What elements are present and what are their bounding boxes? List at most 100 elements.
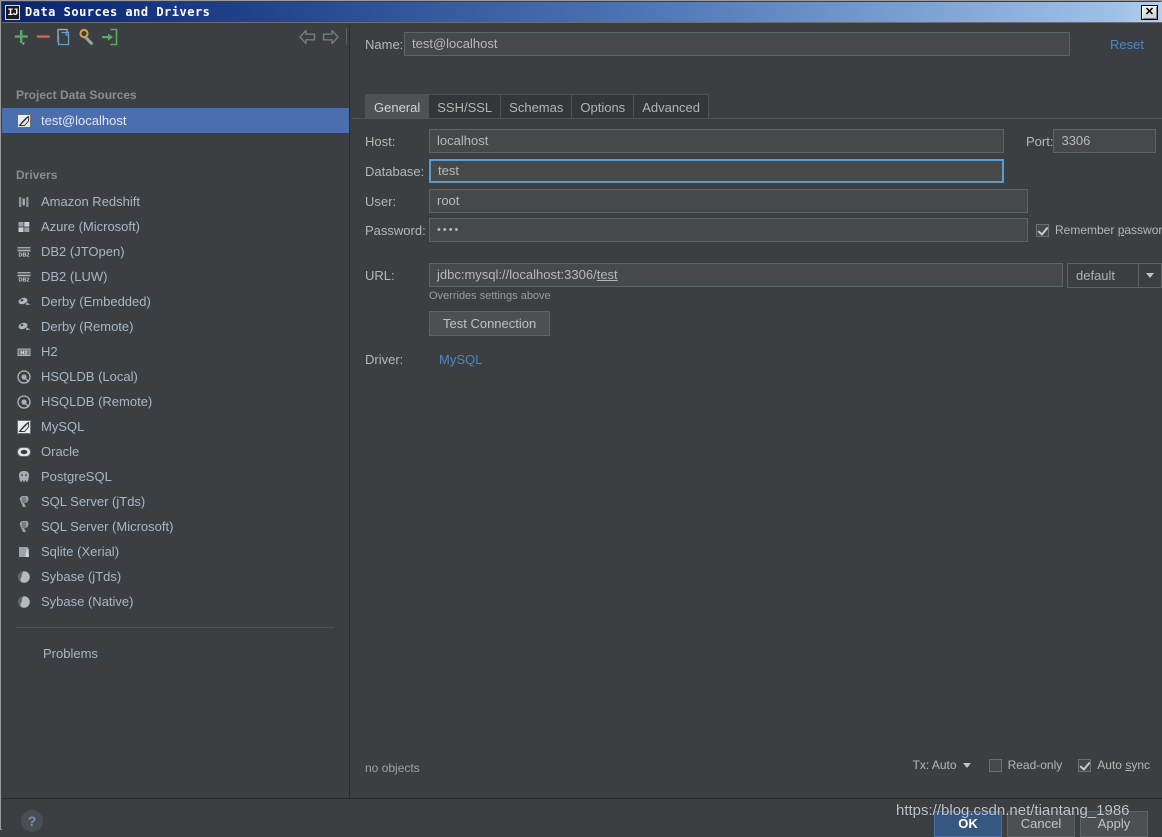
driver-label: SQL Server (jTds)	[41, 494, 146, 509]
driver-item-azure-microsoft[interactable]: Azure (Microsoft)	[2, 214, 349, 239]
driver-label: HSQLDB (Remote)	[41, 394, 153, 409]
driver-label: Oracle	[41, 444, 80, 459]
derby-icon	[16, 294, 32, 310]
problems-section-label[interactable]: Problems	[2, 643, 349, 665]
azure-icon	[16, 219, 32, 235]
database-label: Database:	[365, 163, 425, 179]
panel-divider	[16, 627, 334, 628]
tree-toolbar	[2, 23, 349, 50]
driver-item-hsqldb-local[interactable]: HSQLDB (Local)	[2, 364, 349, 389]
host-input[interactable]: localhost	[429, 129, 1004, 153]
password-label: Password:	[365, 222, 426, 238]
read-only-label: Read-only	[1007, 758, 1063, 772]
postgres-icon	[16, 469, 32, 485]
tab-ssh-ssl[interactable]: SSH/SSL	[428, 94, 502, 119]
db2-icon: DB2	[16, 244, 32, 260]
url-database-part: test	[596, 267, 618, 282]
remember-password-label: Remember password	[1055, 223, 1162, 237]
name-label: Name:	[365, 36, 404, 52]
svg-text:H2: H2	[20, 350, 27, 356]
sybase-icon	[16, 569, 32, 585]
driver-item-derby-embedded[interactable]: Derby (Embedded)	[2, 289, 349, 314]
driver-item-sqlserver-jtds[interactable]: SQL Server (jTds)	[2, 489, 349, 514]
dialog-body: Project Data Sources test@localhost Driv…	[2, 23, 1162, 837]
toolbar-divider	[346, 28, 347, 45]
url-mode-dropdown[interactable]: default	[1067, 263, 1162, 288]
import-arrow-icon[interactable]	[98, 26, 120, 48]
driver-item-sybase-native[interactable]: Sybase (Native)	[2, 589, 349, 614]
checkbox-box	[988, 758, 1002, 772]
driver-item-mysql[interactable]: MySQL	[2, 414, 349, 439]
url-label: URL:	[365, 267, 395, 283]
test-connection-button[interactable]: Test Connection	[429, 311, 551, 336]
add-data-source-button[interactable]	[10, 26, 32, 48]
driver-item-sybase-jtds[interactable]: Sybase (jTds)	[2, 564, 349, 589]
password-input[interactable]: ••••	[429, 218, 1028, 242]
read-only-checkbox[interactable]: Read-only	[988, 758, 1063, 772]
driver-label: Sybase (jTds)	[41, 569, 122, 584]
remove-data-source-button[interactable]	[32, 26, 54, 48]
help-icon[interactable]: ?	[21, 810, 43, 832]
auto-sync-checkbox[interactable]: Auto sync	[1078, 758, 1150, 772]
tab-options[interactable]: Options	[571, 94, 635, 119]
driver-label: Derby (Embedded)	[41, 294, 151, 309]
apply-button[interactable]: Apply	[1080, 811, 1148, 837]
driver-label: Derby (Remote)	[41, 319, 134, 334]
project-data-sources-header: Project Data Sources	[16, 88, 137, 102]
hsqldb-icon	[16, 394, 32, 410]
driver-label: DB2 (LUW)	[41, 269, 108, 284]
driver-label: MySQL	[41, 419, 85, 434]
sidebar-item-label: test@localhost	[41, 113, 127, 128]
sybase-icon	[16, 594, 32, 610]
driver-label: Sqlite (Xerial)	[41, 544, 120, 559]
svg-text:DB2: DB2	[18, 252, 29, 258]
driver-item-db2-luw[interactable]: DB2 DB2 (LUW)	[2, 264, 349, 289]
tab-advanced[interactable]: Advanced	[633, 94, 710, 119]
auto-sync-label: Auto sync	[1097, 758, 1150, 772]
driver-item-sqlite-xerial[interactable]: Sqlite (Xerial)	[2, 539, 349, 564]
driver-link[interactable]: MySQL	[429, 352, 482, 367]
tab-schemas[interactable]: Schemas	[500, 94, 573, 119]
driver-item-postgresql[interactable]: PostgreSQL	[2, 464, 349, 489]
driver-row: Driver: MySQL	[351, 351, 1162, 367]
intellij-logo-icon: IJ	[5, 4, 20, 20]
name-input[interactable]: test@localhost	[404, 32, 1070, 56]
driver-item-h2[interactable]: H2 H2	[2, 339, 349, 364]
tx-value: Tx: Auto	[912, 758, 957, 772]
sqlserver-icon	[16, 519, 32, 535]
driver-label: Amazon Redshift	[41, 194, 140, 209]
data-source-settings-panel: Name: test@localhost Reset General SSH/S…	[351, 23, 1162, 798]
driver-item-db2-jtopen[interactable]: DB2 DB2 (JTOpen)	[2, 239, 349, 264]
overrides-note: Overrides settings above	[429, 290, 551, 302]
driver-item-oracle[interactable]: Oracle	[2, 439, 349, 464]
cancel-button[interactable]: Cancel	[1007, 811, 1075, 837]
dialog-footer: ? OK Cancel Apply	[2, 798, 1162, 837]
svg-text:DB2: DB2	[18, 277, 29, 283]
host-label: Host:	[365, 133, 396, 149]
port-input[interactable]: 3306	[1053, 129, 1157, 153]
close-icon[interactable]: ✕	[1141, 4, 1158, 20]
tab-underline	[351, 118, 1162, 119]
mysql-icon	[16, 419, 32, 435]
database-input[interactable]: test	[429, 159, 1004, 183]
back-arrow-icon[interactable]	[297, 26, 319, 48]
user-input[interactable]: root	[429, 189, 1028, 213]
wrench-icon[interactable]	[76, 26, 98, 48]
forward-arrow-icon[interactable]	[319, 26, 341, 48]
sqlserver-icon	[16, 494, 32, 510]
driver-item-sqlserver-microsoft[interactable]: SQL Server (Microsoft)	[2, 514, 349, 539]
reset-link[interactable]: Reset	[1110, 37, 1144, 52]
driver-item-hsqldb-remote[interactable]: HSQLDB (Remote)	[2, 389, 349, 414]
remember-password-checkbox[interactable]: Remember password	[1036, 223, 1162, 237]
url-input[interactable]: jdbc:mysql://localhost:3306/test	[429, 263, 1063, 287]
tab-general[interactable]: General	[365, 94, 430, 119]
copy-icon[interactable]	[54, 26, 76, 48]
status-bar-right: Tx: Auto Read-only Auto sync	[913, 758, 1150, 772]
tx-dropdown[interactable]: Tx: Auto	[913, 758, 971, 772]
driver-item-amazon-redshift[interactable]: Amazon Redshift	[2, 189, 349, 214]
ok-button[interactable]: OK	[934, 811, 1002, 837]
sidebar-item-test-localhost[interactable]: test@localhost	[2, 108, 349, 133]
driver-item-derby-remote[interactable]: Derby (Remote)	[2, 314, 349, 339]
host-row: Host: localhost Port: 3306	[351, 129, 1162, 153]
name-row: Name: test@localhost	[351, 32, 1162, 56]
